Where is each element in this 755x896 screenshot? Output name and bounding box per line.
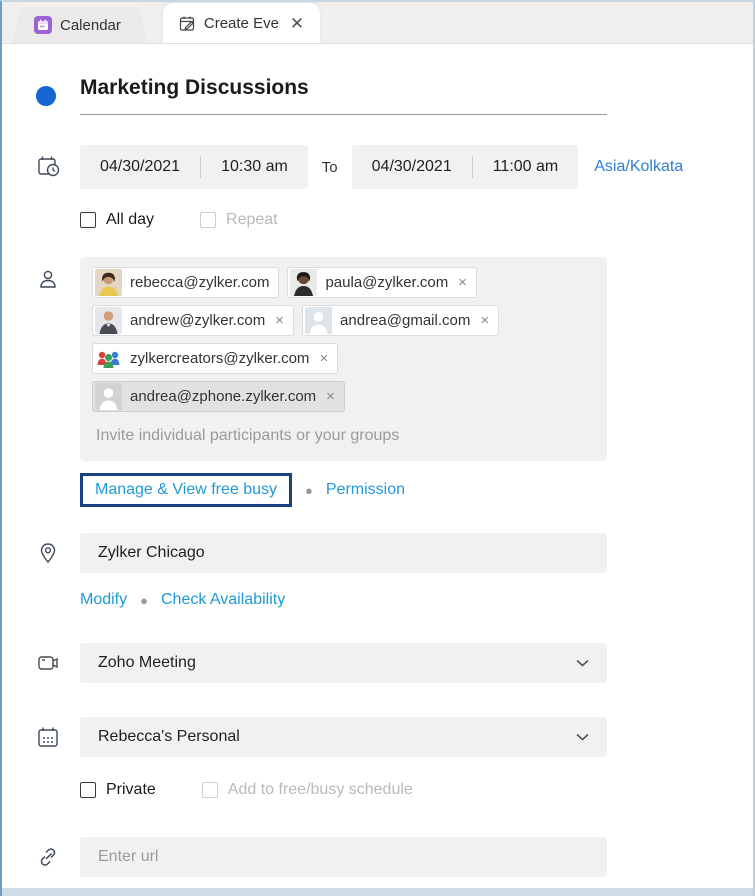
- event-title-input[interactable]: Marketing Discussions: [80, 76, 607, 115]
- event-color-dot[interactable]: [36, 86, 56, 106]
- location-pin-icon: [30, 541, 80, 565]
- participant-email: andrea@gmail.com: [340, 312, 470, 329]
- remove-participant-icon[interactable]: ×: [480, 313, 489, 328]
- permission-link[interactable]: Permission: [326, 481, 405, 499]
- close-tab-icon[interactable]: ✕: [288, 13, 306, 34]
- location-links-row: Modify ● Check Availability: [30, 573, 753, 609]
- conference-value: Zoho Meeting: [98, 654, 196, 672]
- datetime-icon: [30, 154, 80, 180]
- allday-repeat-row: All day Repeat: [30, 189, 753, 229]
- participant-email: rebecca@zylker.com: [130, 274, 269, 291]
- participant-chip-row: zylkercreators@zylker.com ×: [92, 343, 595, 374]
- generic-person-avatar-grey: [95, 383, 122, 410]
- video-camera-icon: [30, 651, 80, 675]
- dot-separator: ●: [305, 483, 313, 498]
- calendar-row: Rebecca's Personal: [30, 717, 753, 757]
- end-datetime-box: 04/30/2021 11:00 am: [352, 145, 579, 189]
- participants-box[interactable]: rebecca@zylker.compaula@zylker.com×andre…: [80, 257, 607, 461]
- participant-email: zylkercreators@zylker.com: [130, 350, 309, 367]
- repeat-label: Repeat: [226, 211, 278, 229]
- add-freebusy-label: Add to free/busy schedule: [228, 781, 413, 799]
- conference-select[interactable]: Zoho Meeting: [80, 643, 607, 683]
- end-date-field[interactable]: 04/30/2021: [352, 158, 472, 176]
- calendar-icon: [30, 725, 80, 749]
- datetime-row: 04/30/2021 10:30 am To 04/30/2021 11:00 …: [30, 145, 753, 189]
- participants-row: rebecca@zylker.compaula@zylker.com×andre…: [30, 257, 753, 507]
- calendar-value: Rebecca's Personal: [98, 728, 240, 746]
- private-label[interactable]: Private: [106, 781, 156, 799]
- tab-create-event-label: Create Event: [204, 15, 280, 32]
- to-label: To: [322, 159, 338, 176]
- remove-participant-icon[interactable]: ×: [275, 313, 284, 328]
- participant-chip-row: andrea@zphone.zylker.com ×: [92, 381, 595, 412]
- participant-chip[interactable]: paula@zylker.com ×: [287, 267, 477, 298]
- create-event-icon: [179, 15, 196, 32]
- calendar-app-icon: [34, 16, 52, 34]
- title-row: Marketing Discussions: [30, 76, 753, 115]
- participant-email: andrew@zylker.com: [130, 312, 265, 329]
- create-event-window: Calendar Create Event ✕ Marketing Discus…: [0, 0, 755, 896]
- woman-dark-photo-avatar: [290, 269, 317, 296]
- location-input[interactable]: [80, 533, 607, 573]
- conference-row: Zoho Meeting: [30, 643, 753, 683]
- private-row: Private Add to free/busy schedule: [30, 781, 753, 799]
- all-day-checkbox[interactable]: [80, 212, 96, 228]
- remove-participant-icon[interactable]: ×: [326, 389, 335, 404]
- manage-view-free-busy-button[interactable]: Manage & View free busy: [80, 473, 292, 507]
- remove-participant-icon[interactable]: ×: [458, 275, 467, 290]
- repeat-checkbox: [200, 212, 216, 228]
- start-time-field[interactable]: 10:30 am: [201, 158, 308, 176]
- chevron-down-icon: [576, 659, 589, 667]
- participant-chip[interactable]: andrea@zphone.zylker.com ×: [92, 381, 345, 412]
- man-photo-avatar: [95, 307, 122, 334]
- add-freebusy-checkbox: [202, 782, 218, 798]
- woman-photo-avatar: [95, 269, 122, 296]
- chevron-down-icon: [576, 733, 589, 741]
- participants-input-placeholder[interactable]: Invite individual participants or your g…: [92, 419, 595, 445]
- tab-bar: Calendar Create Event ✕: [2, 2, 753, 44]
- url-input[interactable]: [80, 837, 607, 877]
- private-checkbox[interactable]: [80, 782, 96, 798]
- participants-icon: [30, 257, 80, 291]
- modify-link[interactable]: Modify: [80, 591, 127, 609]
- all-day-label[interactable]: All day: [106, 211, 154, 229]
- remove-participant-icon[interactable]: ×: [319, 351, 328, 366]
- tab-calendar-label: Calendar: [60, 17, 121, 34]
- tab-calendar[interactable]: Calendar: [12, 7, 147, 43]
- manage-permission-row: Manage & View free busy ● Permission: [80, 473, 607, 507]
- url-row: [30, 837, 753, 877]
- participant-email: paula@zylker.com: [325, 274, 448, 291]
- location-row: [30, 533, 753, 573]
- end-time-field[interactable]: 11:00 am: [473, 158, 579, 176]
- link-icon: [30, 845, 80, 869]
- bottom-scrollbar-strip[interactable]: [2, 888, 753, 896]
- participant-chip[interactable]: andrea@gmail.com ×: [302, 305, 499, 336]
- participant-chip[interactable]: zylkercreators@zylker.com ×: [92, 343, 338, 374]
- participant-chip[interactable]: rebecca@zylker.com: [92, 267, 279, 298]
- start-date-field[interactable]: 04/30/2021: [80, 158, 200, 176]
- generic-person-avatar-light: [305, 307, 332, 334]
- calendar-select[interactable]: Rebecca's Personal: [80, 717, 607, 757]
- dot-separator: ●: [140, 593, 148, 608]
- participant-chip-row: andrew@zylker.com × andrea@gmail.com ×: [92, 305, 595, 336]
- timezone-link[interactable]: Asia/Kolkata: [594, 158, 683, 176]
- group-avatar: [95, 345, 122, 372]
- create-event-form: Marketing Discussions 04/30/2021 10:30 a…: [2, 44, 753, 888]
- check-availability-link[interactable]: Check Availability: [161, 591, 285, 609]
- participant-chip-row: rebecca@zylker.com paula@zylker.com ×: [92, 267, 595, 298]
- participant-chip[interactable]: andrew@zylker.com ×: [92, 305, 294, 336]
- start-datetime-box: 04/30/2021 10:30 am: [80, 145, 308, 189]
- participant-email: andrea@zphone.zylker.com: [130, 388, 316, 405]
- tab-create-event[interactable]: Create Event ✕: [163, 3, 320, 43]
